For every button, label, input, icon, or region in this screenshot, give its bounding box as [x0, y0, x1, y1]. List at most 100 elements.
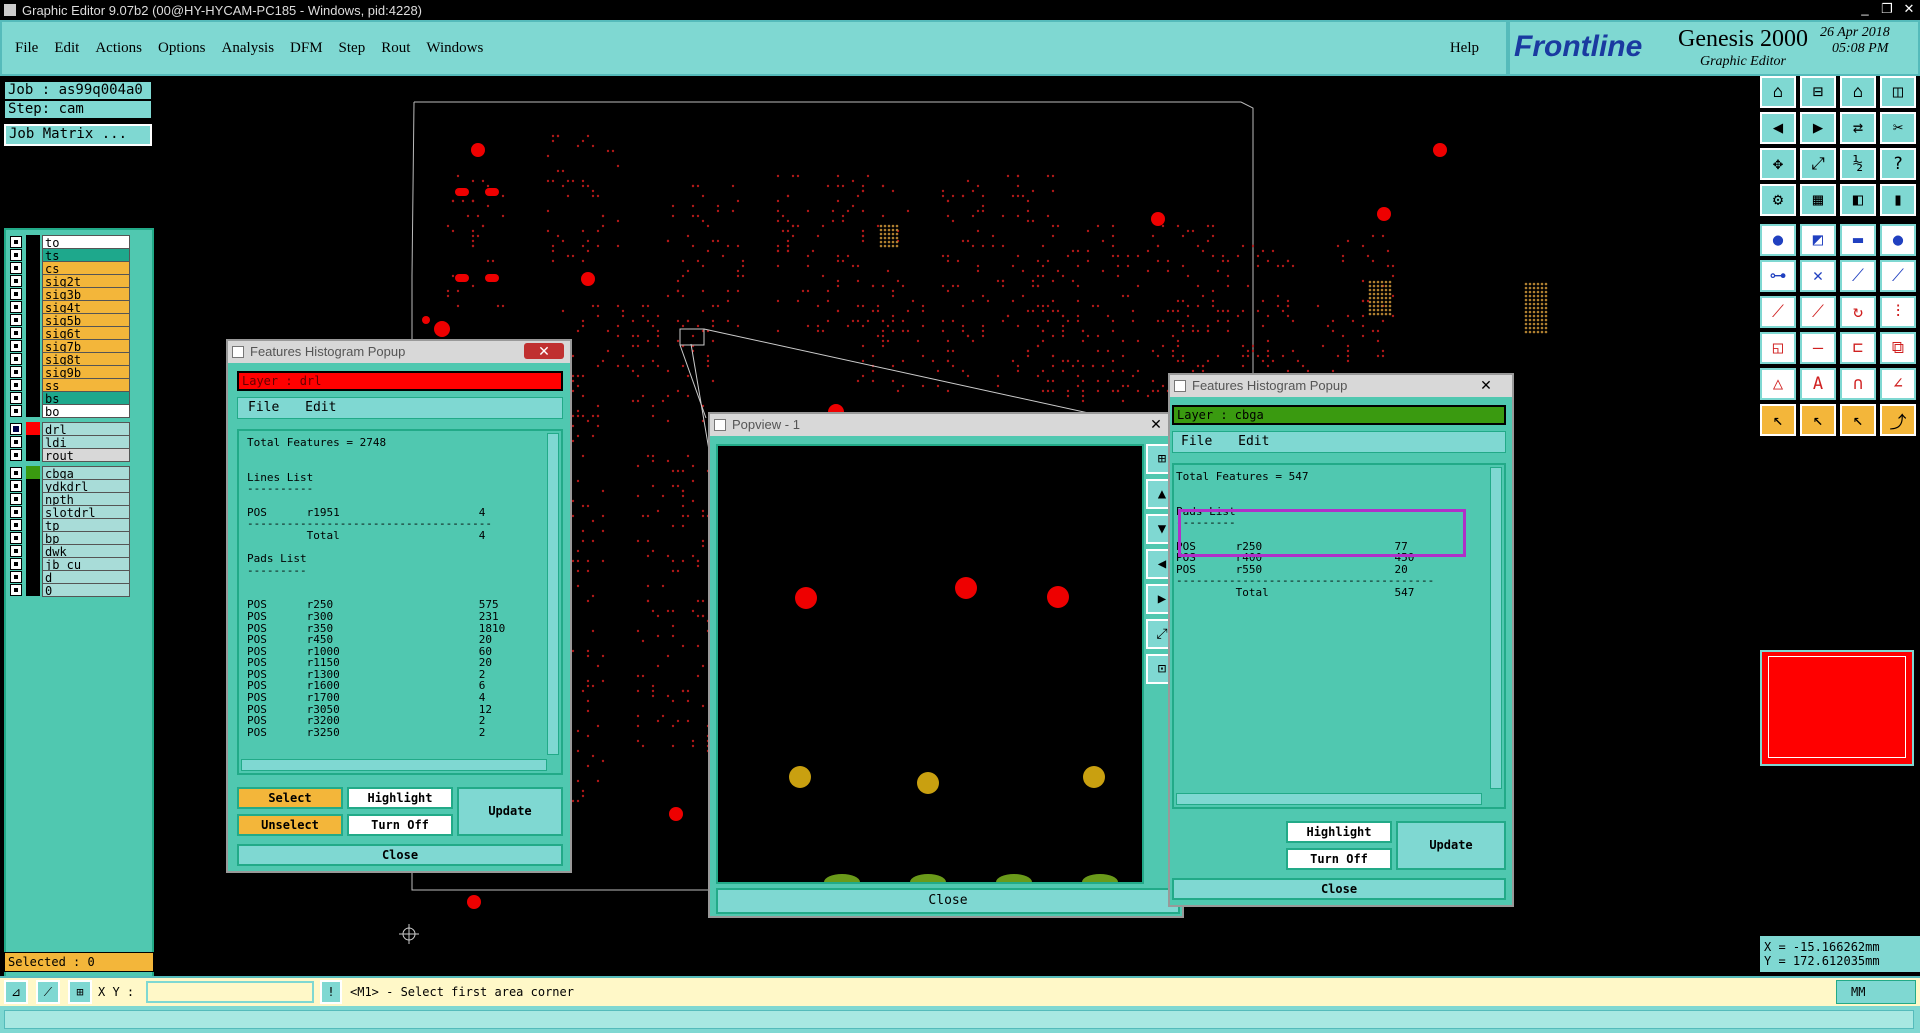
menu-file[interactable]: File	[248, 400, 279, 415]
grid-icon[interactable]: ▦	[1800, 184, 1836, 216]
unselect-button[interactable]: Unselect	[237, 814, 343, 836]
snap-icon[interactable]: ⊿	[4, 980, 28, 1004]
layer-name[interactable]: 0	[42, 582, 130, 598]
layer-checkbox[interactable]	[10, 378, 22, 391]
zoom-home-icon[interactable]: ⌂	[1760, 76, 1796, 108]
house-icon[interactable]: ⌂	[1840, 76, 1876, 108]
a-icon[interactable]: A	[1800, 368, 1836, 400]
angle-icon[interactable]: ∠	[1880, 368, 1916, 400]
menu-help[interactable]: Help	[1450, 40, 1479, 57]
cross-icon[interactable]: ✕	[1800, 260, 1836, 292]
layer-checkbox[interactable]	[10, 287, 22, 300]
pointer2-icon[interactable]: ↖	[1800, 404, 1836, 436]
tool-icon[interactable]: ⚙	[1760, 184, 1796, 216]
ratio-icon[interactable]: ½	[1840, 148, 1876, 180]
layer-checkbox[interactable]	[10, 248, 22, 261]
overview-map[interactable]	[1760, 650, 1914, 766]
layer-color-swatch[interactable]	[26, 404, 40, 417]
layer-checkbox[interactable]	[10, 274, 22, 287]
layer-name[interactable]: rout	[42, 447, 130, 463]
menu-dfm[interactable]: DFM	[290, 40, 323, 57]
close-button[interactable]: Close	[716, 888, 1180, 914]
grid-icon[interactable]: ⊞	[68, 980, 92, 1004]
zoom-fit-icon[interactable]: ⤢	[1800, 148, 1836, 180]
vertical-scrollbar[interactable]	[547, 433, 559, 755]
arch-icon[interactable]: ∩	[1840, 368, 1876, 400]
layer-checkbox[interactable]	[10, 505, 22, 518]
measure-icon[interactable]: ⟋	[36, 980, 60, 1004]
layer-checkbox[interactable]	[10, 466, 22, 479]
turn-off-button[interactable]: Turn Off	[1286, 848, 1392, 870]
record-icon[interactable]: ●	[1760, 224, 1796, 256]
layer-checkbox[interactable]	[10, 261, 22, 274]
command-line[interactable]	[4, 1010, 1914, 1029]
layer-color-swatch[interactable]	[26, 583, 40, 596]
update-button[interactable]: Update	[457, 787, 563, 836]
horizontal-scrollbar[interactable]	[241, 759, 547, 771]
link-icon[interactable]: ⟋	[1880, 260, 1916, 292]
move-icon[interactable]: ✥	[1760, 148, 1796, 180]
highlight-button[interactable]: Highlight	[347, 787, 453, 809]
maximize-icon[interactable]: ❐	[1876, 0, 1898, 18]
layer-checkbox[interactable]	[10, 313, 22, 326]
close-button[interactable]: Close	[1172, 878, 1506, 900]
update-button[interactable]: Update	[1396, 821, 1506, 870]
select-red-icon[interactable]: ◧	[1840, 184, 1876, 216]
layer-checkbox[interactable]	[10, 531, 22, 544]
layer-checkbox[interactable]	[10, 300, 22, 313]
ruler-icon[interactable]: ▬	[1840, 224, 1876, 256]
menu-options[interactable]: Options	[158, 40, 206, 57]
close-icon[interactable]: ✕	[524, 343, 564, 359]
layer-checkbox[interactable]	[10, 422, 22, 435]
layer-row-rout[interactable]: rout	[10, 447, 130, 463]
zoom-out-icon[interactable]: ⊟	[1800, 76, 1836, 108]
menu-edit[interactable]: Edit	[305, 400, 336, 415]
layer-checkbox[interactable]	[10, 435, 22, 448]
units-selector[interactable]: MM	[1836, 980, 1916, 1004]
traffic-icon[interactable]: ▮	[1880, 184, 1916, 216]
popview-canvas[interactable]	[716, 444, 1144, 884]
line-red-icon[interactable]: ⟋	[1800, 296, 1836, 328]
help-icon[interactable]: ?	[1880, 148, 1916, 180]
xy-input[interactable]	[146, 981, 314, 1003]
layer-checkbox[interactable]	[10, 557, 22, 570]
layout-icon[interactable]: ◫	[1880, 76, 1916, 108]
pointer-icon[interactable]: ↖	[1760, 404, 1796, 436]
highlight-button[interactable]: Highlight	[1286, 821, 1392, 843]
layer-checkbox[interactable]	[10, 235, 22, 248]
cut-icon[interactable]: ✂	[1880, 112, 1916, 144]
flip-icon[interactable]: ⇄	[1840, 112, 1876, 144]
bracket-icon[interactable]: ⊏	[1840, 332, 1876, 364]
align-icon[interactable]: ⫶	[1880, 296, 1916, 328]
triangle-icon[interactable]: △	[1760, 368, 1796, 400]
shape-icon[interactable]: ◱	[1760, 332, 1796, 364]
menu-windows[interactable]: Windows	[426, 40, 483, 57]
turn-off-button[interactable]: Turn Off	[347, 814, 453, 836]
layer-checkbox[interactable]	[10, 365, 22, 378]
pointer3-icon[interactable]: ↖	[1840, 404, 1876, 436]
layer-checkbox[interactable]	[10, 570, 22, 583]
menu-step[interactable]: Step	[339, 40, 366, 57]
layer-checkbox[interactable]	[10, 492, 22, 505]
menu-file[interactable]: File	[15, 40, 38, 57]
connect-icon[interactable]: ⟋	[1840, 260, 1876, 292]
layer-checkbox[interactable]	[10, 544, 22, 557]
close-button[interactable]: Close	[237, 844, 563, 866]
group-icon[interactable]: ⧉	[1880, 332, 1916, 364]
menu-rout[interactable]: Rout	[381, 40, 410, 57]
dot-icon[interactable]: ●	[1880, 224, 1916, 256]
select-button[interactable]: Select	[237, 787, 343, 809]
histogram-list[interactable]: Total Features = 547 Pads List ---------…	[1172, 463, 1506, 809]
node-icon[interactable]: ⊶	[1760, 260, 1796, 292]
arc-icon[interactable]: ↻	[1840, 296, 1876, 328]
layer-checkbox[interactable]	[10, 479, 22, 492]
layer-checkbox[interactable]	[10, 518, 22, 531]
menu-file[interactable]: File	[1181, 434, 1212, 449]
close-icon[interactable]: ✕	[1898, 0, 1920, 18]
menu-edit[interactable]: Edit	[54, 40, 79, 57]
close-icon[interactable]: ✕	[1466, 377, 1506, 393]
info-icon[interactable]: !	[320, 980, 342, 1004]
menu-edit[interactable]: Edit	[1238, 434, 1269, 449]
minimize-icon[interactable]: _	[1854, 0, 1876, 18]
horizontal-scrollbar[interactable]	[1176, 793, 1482, 805]
